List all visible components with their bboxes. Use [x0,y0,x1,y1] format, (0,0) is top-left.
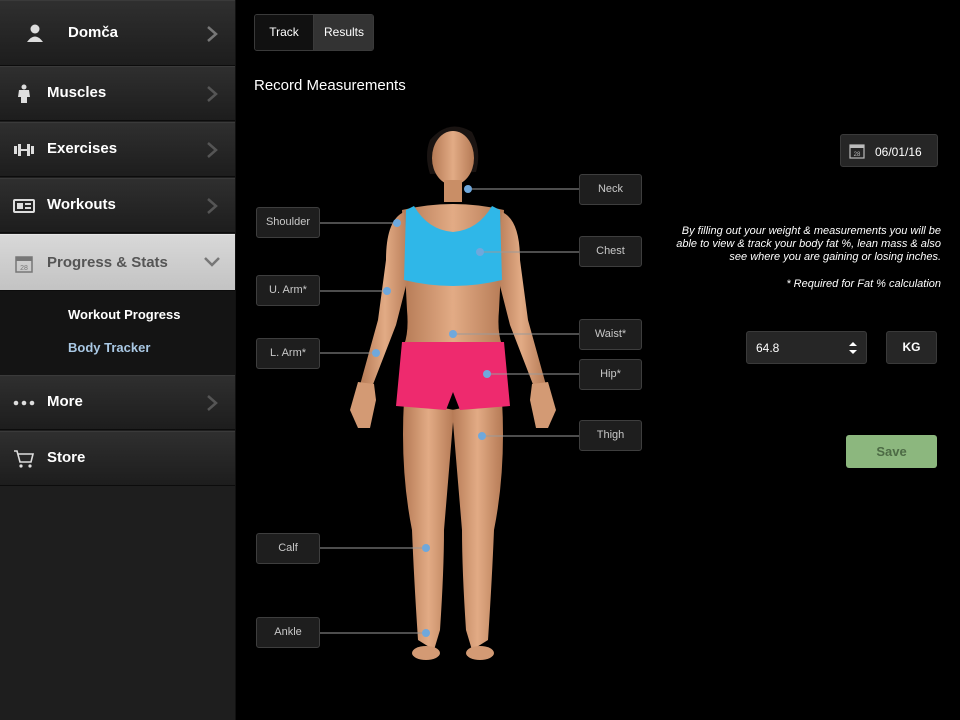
calf-dot [422,544,430,552]
weight-input[interactable]: 64.8 [746,331,867,364]
date-picker-button[interactable]: 28 06/01/16 [840,134,938,167]
waist-dot [449,330,457,338]
neck-dot [464,185,472,193]
chest-dot [476,248,484,256]
stepper-icon [849,342,857,354]
save-button[interactable]: Save [846,435,937,468]
upper-arm-button[interactable]: U. Arm* [256,275,320,306]
chest-button[interactable]: Chest [579,236,642,267]
required-note: * Required for Fat % calculation [786,278,941,290]
ankle-button[interactable]: Ankle [256,617,320,648]
ankle-dot [422,629,430,637]
info-text: By filling out your weight & measurement… [676,225,941,263]
unit-button[interactable]: KG [886,331,937,364]
lower-arm-button[interactable]: L. Arm* [256,338,320,369]
calendar-icon: 28 [849,144,865,159]
neck-button[interactable]: Neck [579,174,642,205]
waist-button[interactable]: Waist* [579,319,642,350]
shoulder-button[interactable]: Shoulder [256,207,320,238]
calf-button[interactable]: Calf [256,533,320,564]
upper-arm-dot [383,287,391,295]
weight-value: 64.8 [756,341,780,355]
hip-button[interactable]: Hip* [579,359,642,390]
svg-text:28: 28 [854,152,861,158]
hip-dot [483,370,491,378]
thigh-button[interactable]: Thigh [579,420,642,451]
date-value: 06/01/16 [875,145,922,159]
thigh-dot [478,432,486,440]
lower-arm-dot [372,349,380,357]
shoulder-dot [393,219,401,227]
